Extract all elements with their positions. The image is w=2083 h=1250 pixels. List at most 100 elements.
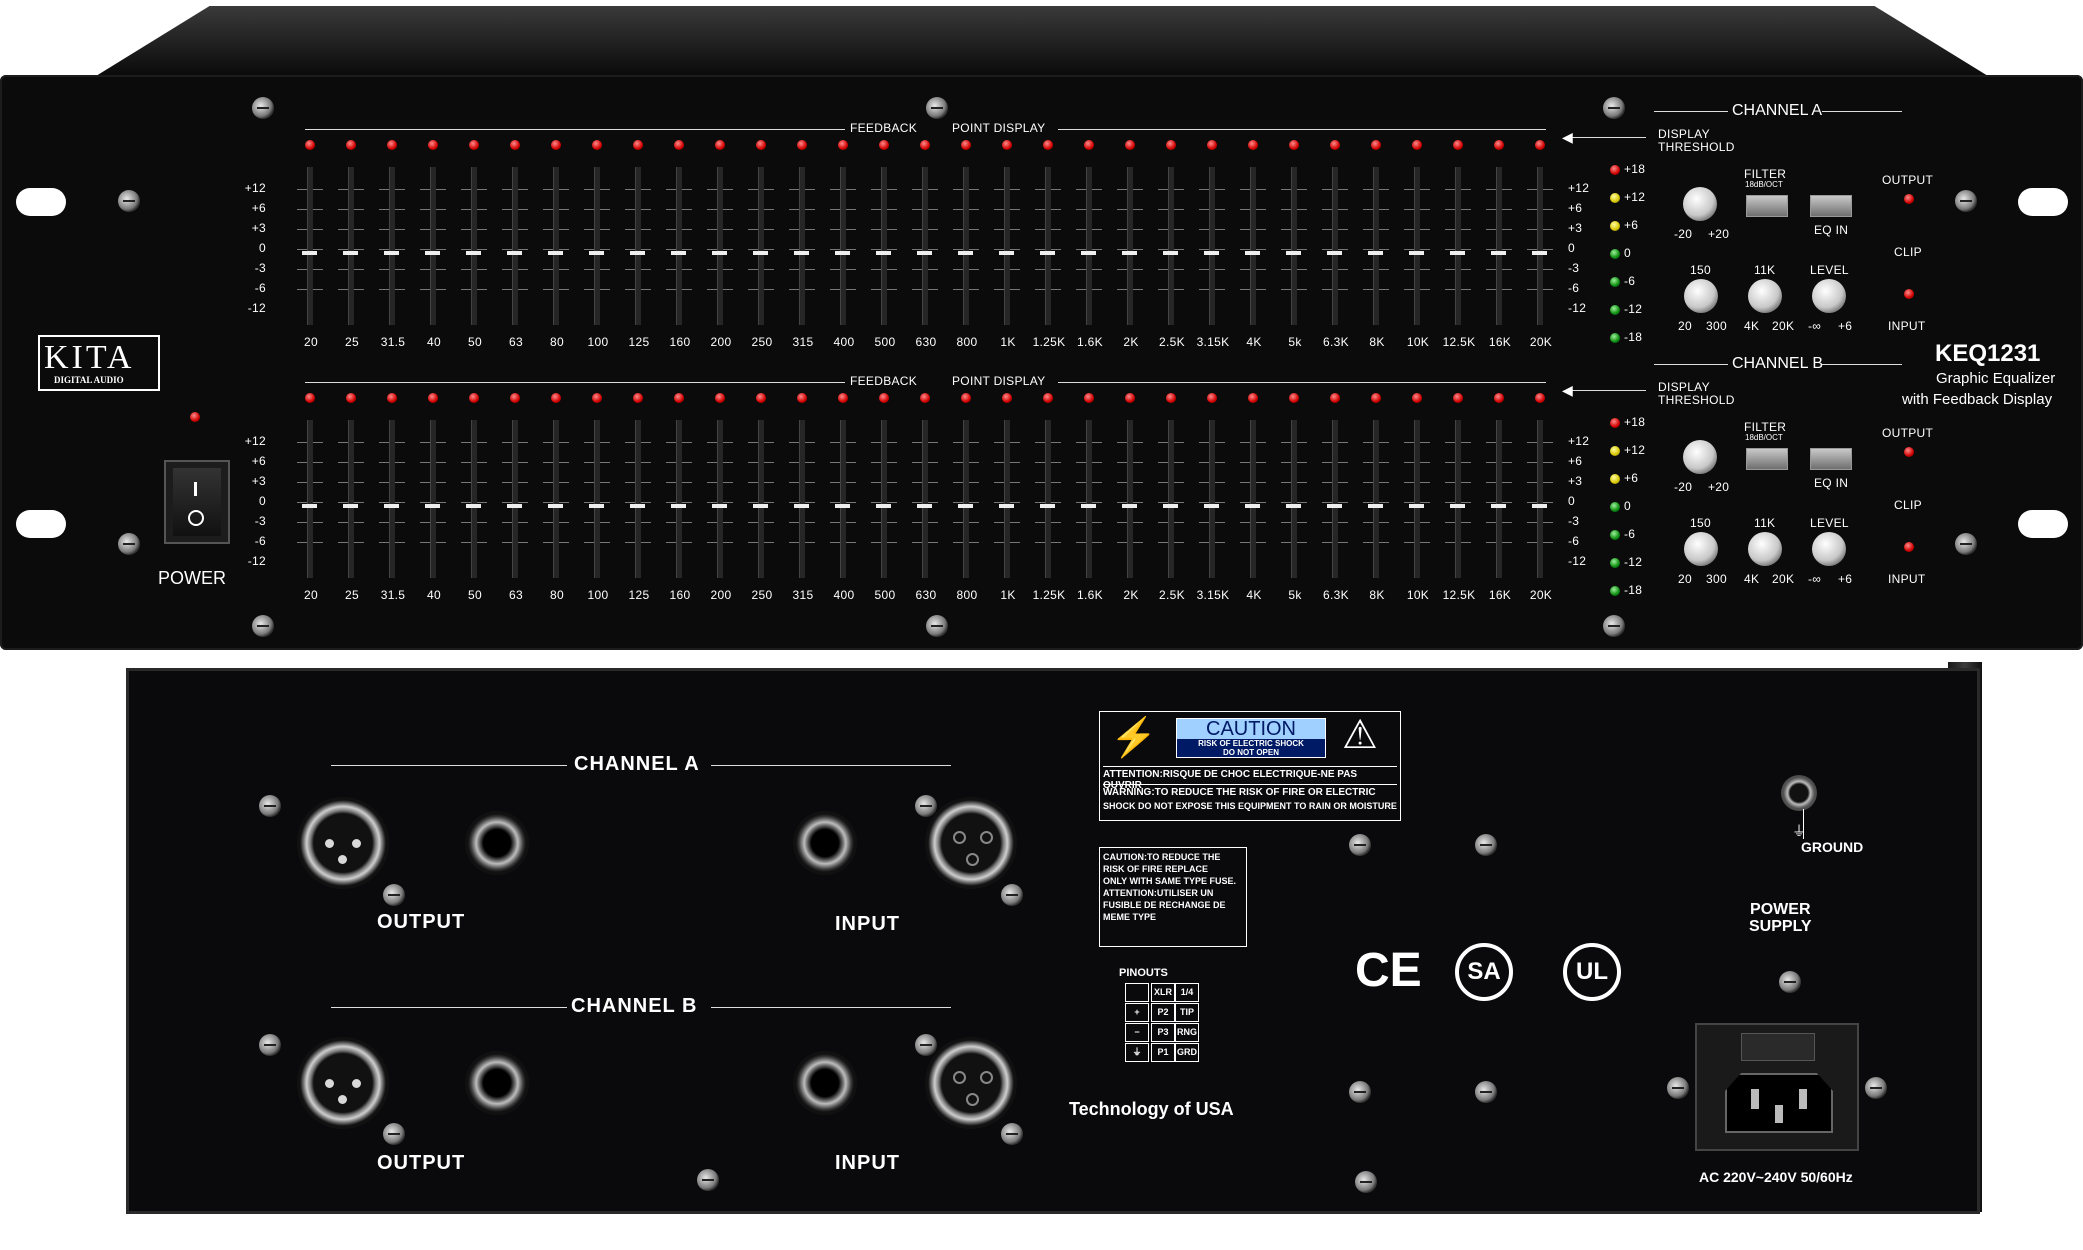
fader-slot <box>840 420 846 578</box>
eq-fader-63[interactable] <box>507 504 522 508</box>
eq-fader-4K[interactable] <box>1245 251 1260 255</box>
low-cut-knob[interactable] <box>1684 532 1718 566</box>
eq-fader-20K[interactable] <box>1532 251 1547 255</box>
eq-fader-1K[interactable] <box>999 504 1014 508</box>
filter-button[interactable] <box>1746 195 1788 217</box>
high-cut-knob[interactable] <box>1748 532 1782 566</box>
eq-fader-250[interactable] <box>753 504 768 508</box>
output-label: OUTPUT <box>1882 426 1934 440</box>
eq-fader-80[interactable] <box>548 504 563 508</box>
eq-fader-63[interactable] <box>507 251 522 255</box>
input-b-jack[interactable] <box>793 1051 857 1115</box>
eq-fader-1K[interactable] <box>999 251 1014 255</box>
eq-fader-100[interactable] <box>589 251 604 255</box>
eq-in-button[interactable] <box>1810 448 1852 470</box>
eq-fader-16K[interactable] <box>1491 251 1506 255</box>
eq-fader-630[interactable] <box>917 504 932 508</box>
eq-fader-5k[interactable] <box>1286 504 1301 508</box>
eq-fader-4K[interactable] <box>1245 504 1260 508</box>
eq-fader-8K[interactable] <box>1368 504 1383 508</box>
eq-fader-5k[interactable] <box>1286 251 1301 255</box>
ground-terminal[interactable] <box>1781 775 1817 811</box>
eq-fader-1.6K[interactable] <box>1081 504 1096 508</box>
eq-fader-125[interactable] <box>630 504 645 508</box>
eq-fader-31.5[interactable] <box>384 251 399 255</box>
eq-fader-630[interactable] <box>917 251 932 255</box>
eq-fader-10K[interactable] <box>1409 251 1424 255</box>
freq-label: 3.15K <box>1196 588 1230 602</box>
output-a-jack[interactable] <box>465 811 529 875</box>
level-meter-led <box>1610 193 1620 203</box>
level-knob[interactable] <box>1812 279 1846 313</box>
threshold-knob[interactable] <box>1683 440 1717 474</box>
threshold-knob[interactable] <box>1683 187 1717 221</box>
output-b-xlr-male[interactable] <box>297 1037 389 1129</box>
eq-fader-800[interactable] <box>958 504 973 508</box>
eq-fader-125[interactable] <box>630 251 645 255</box>
eq-fader-31.5[interactable] <box>384 504 399 508</box>
eq-fader-50[interactable] <box>466 504 481 508</box>
eq-fader-315[interactable] <box>794 251 809 255</box>
eq-fader-6.3K[interactable] <box>1327 504 1342 508</box>
fuse-holder[interactable] <box>1741 1033 1815 1061</box>
eq-fader-3.15K[interactable] <box>1204 504 1219 508</box>
eq-fader-12.5K[interactable] <box>1450 251 1465 255</box>
eq-fader-20K[interactable] <box>1532 504 1547 508</box>
eq-fader-500[interactable] <box>876 504 891 508</box>
eq-fader-100[interactable] <box>589 504 604 508</box>
input-a-xlr-female[interactable] <box>925 797 1017 889</box>
eq-fader-2K[interactable] <box>1122 251 1137 255</box>
eq-fader-160[interactable] <box>671 504 686 508</box>
eq-fader-2.5K[interactable] <box>1163 251 1178 255</box>
feedback-led <box>1248 140 1258 150</box>
iec-power-inlet[interactable] <box>1667 1023 1887 1151</box>
eq-fader-500[interactable] <box>876 251 891 255</box>
feedback-led <box>797 140 807 150</box>
eq-fader-40[interactable] <box>425 504 440 508</box>
eq-fader-3.15K[interactable] <box>1204 251 1219 255</box>
eq-fader-250[interactable] <box>753 251 768 255</box>
eq-fader-315[interactable] <box>794 504 809 508</box>
output-b-jack[interactable] <box>465 1051 529 1115</box>
screw-icon <box>1667 1077 1689 1099</box>
high-cut-knob[interactable] <box>1748 279 1782 313</box>
output-a-xlr-male[interactable] <box>297 797 389 889</box>
eq-fader-400[interactable] <box>835 251 850 255</box>
feedback-led <box>715 140 725 150</box>
eq-fader-1.25K[interactable] <box>1040 251 1055 255</box>
feedback-led <box>510 140 520 150</box>
eq-fader-80[interactable] <box>548 251 563 255</box>
feedback-led <box>469 140 479 150</box>
freq-label: 40 <box>427 588 441 602</box>
eq-fader-8K[interactable] <box>1368 251 1383 255</box>
eq-fader-1.25K[interactable] <box>1040 504 1055 508</box>
eq-fader-160[interactable] <box>671 251 686 255</box>
input-b-xlr-female[interactable] <box>925 1037 1017 1129</box>
eq-fader-12.5K[interactable] <box>1450 504 1465 508</box>
power-switch[interactable] <box>164 460 230 544</box>
eq-in-button[interactable] <box>1810 195 1852 217</box>
eq-fader-25[interactable] <box>343 251 358 255</box>
eq-fader-200[interactable] <box>712 504 727 508</box>
low-cut-knob[interactable] <box>1684 279 1718 313</box>
eq-fader-16K[interactable] <box>1491 504 1506 508</box>
eq-fader-6.3K[interactable] <box>1327 251 1342 255</box>
eq-fader-50[interactable] <box>466 251 481 255</box>
feedback-led <box>592 393 602 403</box>
eq-fader-40[interactable] <box>425 251 440 255</box>
input-a-jack[interactable] <box>793 811 857 875</box>
eq-fader-20[interactable] <box>302 251 317 255</box>
eq-fader-20[interactable] <box>302 504 317 508</box>
level-knob[interactable] <box>1812 532 1846 566</box>
eq-fader-200[interactable] <box>712 251 727 255</box>
eq-fader-2K[interactable] <box>1122 504 1137 508</box>
filter-button[interactable] <box>1746 448 1788 470</box>
eq-fader-2.5K[interactable] <box>1163 504 1178 508</box>
eq-fader-25[interactable] <box>343 504 358 508</box>
meter-label: +18 <box>1624 415 1646 429</box>
eq-fader-400[interactable] <box>835 504 850 508</box>
eq-fader-10K[interactable] <box>1409 504 1424 508</box>
eq-fader-1.6K[interactable] <box>1081 251 1096 255</box>
eq-fader-800[interactable] <box>958 251 973 255</box>
caution-title: CAUTION <box>1206 718 1296 740</box>
